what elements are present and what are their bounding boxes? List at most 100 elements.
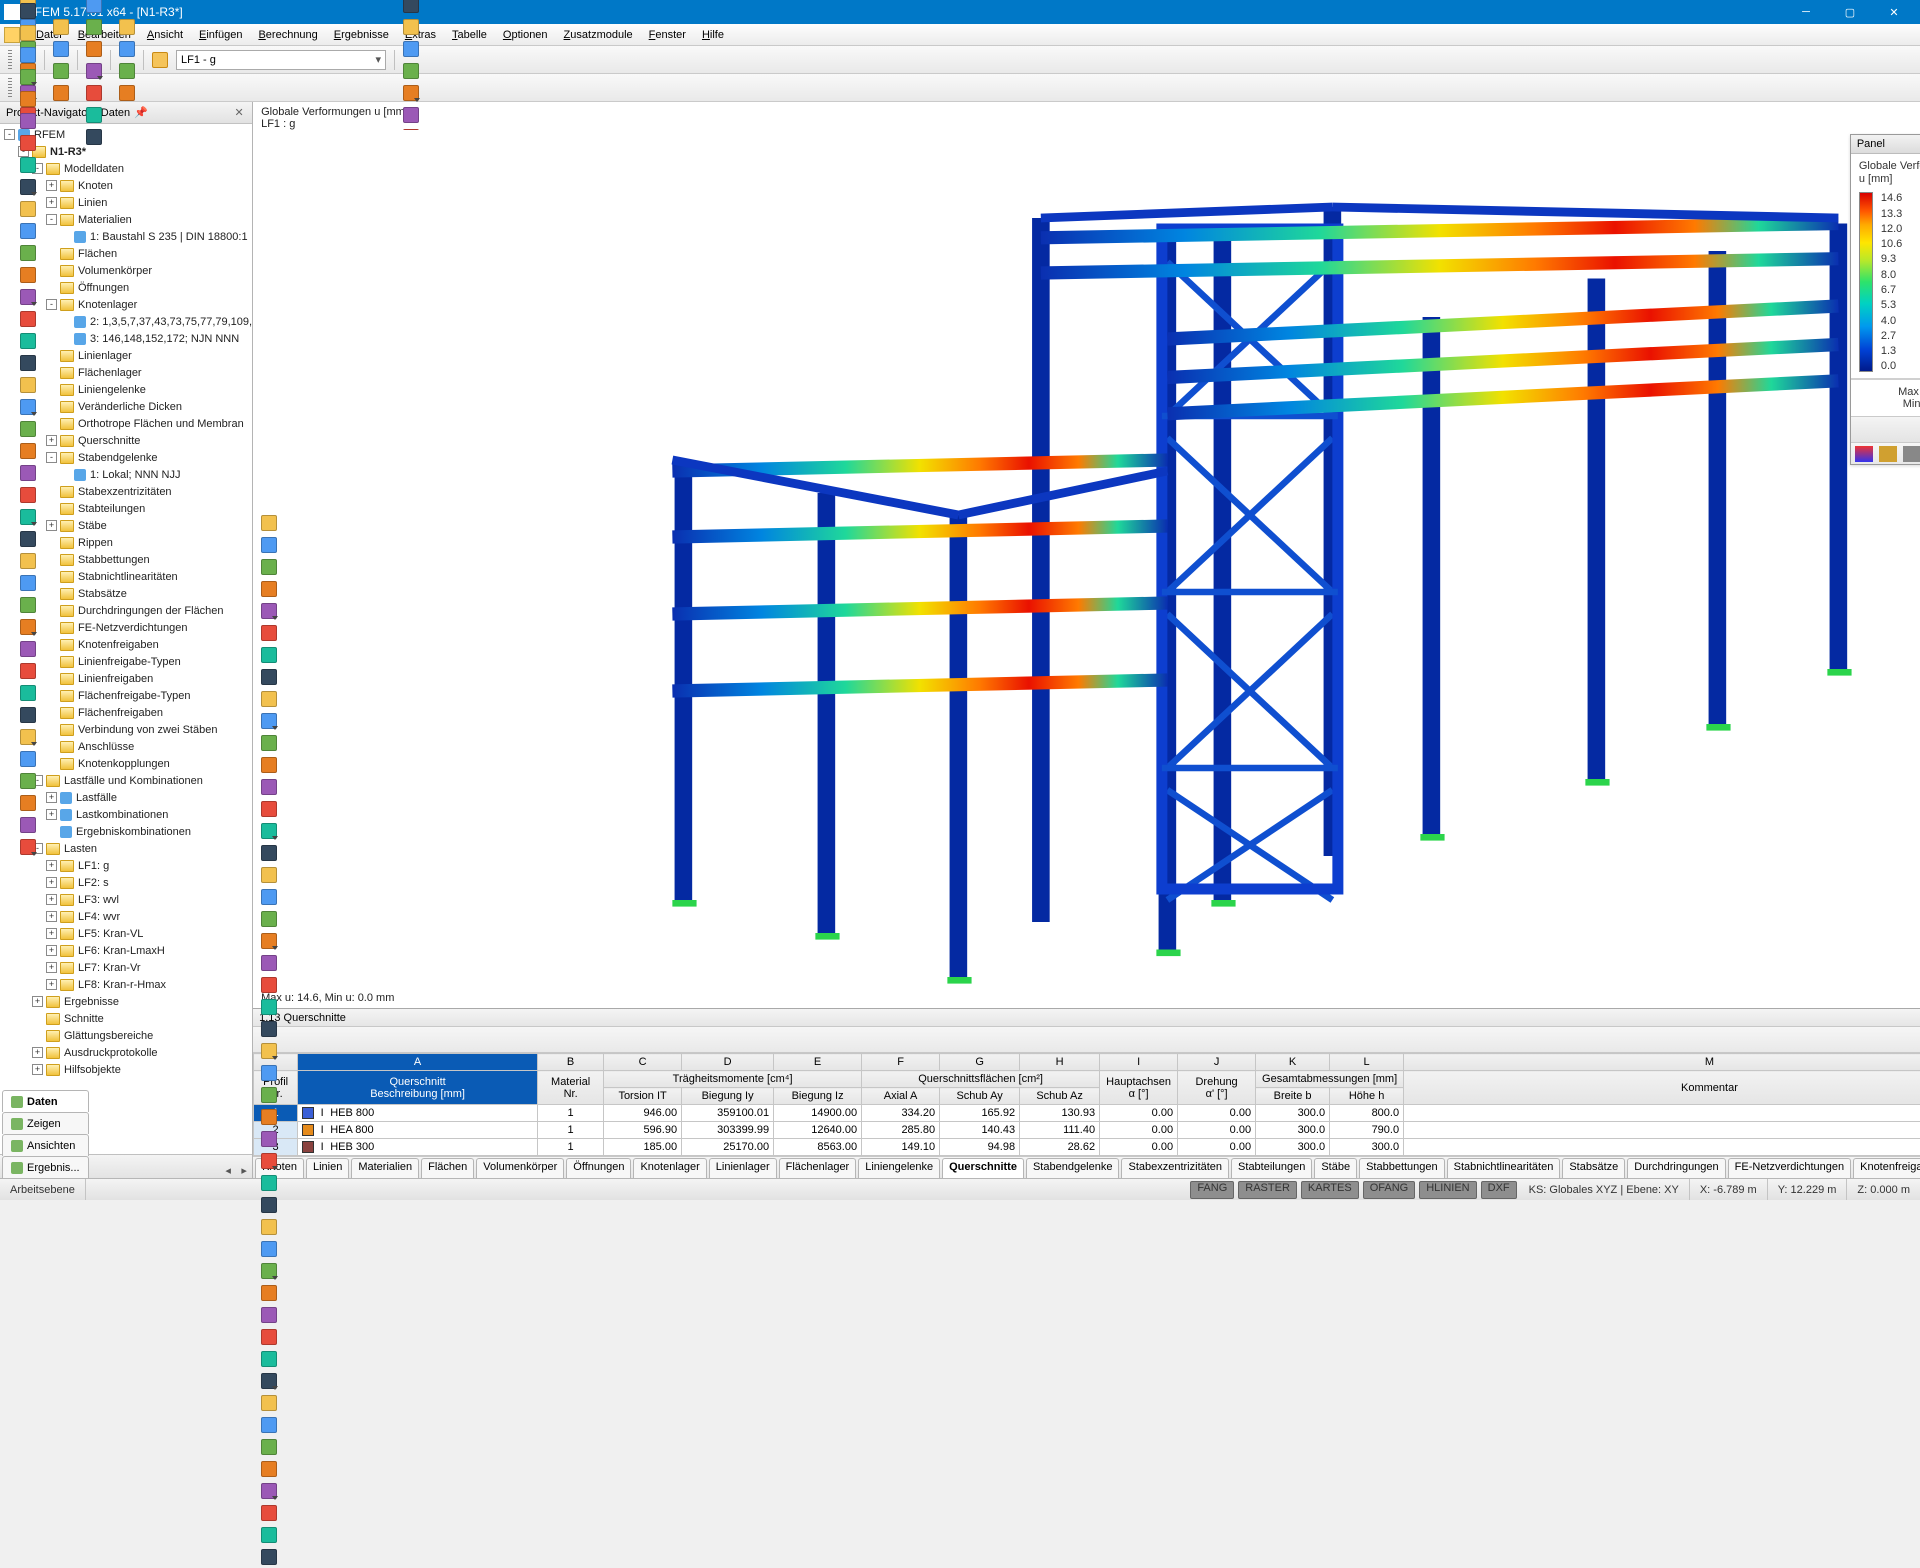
toolbar-button[interactable] [17,66,39,88]
toolbar-button[interactable] [258,864,280,886]
table-row[interactable]: 1 I HEB 8001946.00359100.0114900.00334.2… [254,1105,1920,1122]
toolbar-button[interactable] [17,682,39,704]
menu-tabelle[interactable]: Tabelle [444,26,495,44]
status-toggle-raster[interactable]: RASTER [1238,1181,1297,1199]
toolbar-button[interactable] [258,886,280,908]
toolbar-button[interactable] [258,1326,280,1348]
expand-icon[interactable]: + [32,1064,43,1075]
tab-scroll-left[interactable]: ◂ [220,1162,236,1178]
toolbar-button[interactable] [258,754,280,776]
toolbar-button[interactable] [258,996,280,1018]
toolbar-grip[interactable] [8,78,12,98]
toolbar-button[interactable] [258,1414,280,1436]
collapse-icon[interactable]: - [46,214,57,225]
toolbar-button[interactable] [258,952,280,974]
table-tab[interactable]: Stabendgelenke [1026,1158,1120,1178]
expand-icon[interactable]: + [46,945,57,956]
toolbar-button[interactable] [17,352,39,374]
tree-item[interactable]: +LF7: Kran-Vr [0,959,252,976]
menu-einfügen[interactable]: Einfügen [191,26,250,44]
col-drehung[interactable]: Drehung α' [°] [1178,1071,1256,1105]
table-tab[interactable]: Stabsätze [1562,1158,1625,1178]
toolbar-button[interactable] [17,792,39,814]
toolbar-button[interactable] [258,710,280,732]
column-letter[interactable]: F [862,1054,940,1071]
expand-icon[interactable]: + [46,894,57,905]
toolbar-button[interactable] [258,534,280,556]
loadcase-combo[interactable]: LF1 - g ▾ [176,50,386,70]
panel-tab2[interactable] [1879,446,1897,462]
toolbar-button[interactable] [116,82,138,104]
tree-item[interactable]: +LF2: s [0,874,252,891]
maximize-button[interactable]: ▢ [1828,0,1872,24]
close-button[interactable]: ✕ [1872,0,1916,24]
toolbar-button[interactable] [258,1172,280,1194]
column-letter[interactable]: H [1020,1054,1100,1071]
toolbar-button[interactable] [258,1150,280,1172]
expand-icon[interactable]: + [46,435,57,446]
toolbar-button[interactable] [258,1480,280,1502]
toolbar-button[interactable] [17,418,39,440]
toolbar-button[interactable] [17,110,39,132]
toolbar-button[interactable] [258,1436,280,1458]
toolbar-button[interactable] [83,60,105,82]
toolbar-button[interactable] [258,1018,280,1040]
toolbar-button[interactable] [17,462,39,484]
toolbar-button[interactable] [17,176,39,198]
menu-optionen[interactable]: Optionen [495,26,556,44]
toolbar-button[interactable] [17,132,39,154]
table-row[interactable]: 2 I HEA 8001596.90303399.9912640.00285.8… [254,1122,1920,1139]
toolbar-button[interactable] [258,644,280,666]
toolbar-button[interactable] [116,16,138,38]
table-tab[interactable]: Stabteilungen [1231,1158,1312,1178]
table-tab[interactable]: Öffnungen [566,1158,631,1178]
toolbar-button[interactable] [258,578,280,600]
expand-icon[interactable]: + [46,911,57,922]
table-tab[interactable]: Stabexzentrizitäten [1121,1158,1229,1178]
toolbar-button[interactable] [17,770,39,792]
table-tab[interactable]: Linienlager [709,1158,777,1178]
toolbar-button[interactable] [400,60,422,82]
collapse-icon[interactable]: - [46,299,57,310]
tree-item[interactable]: +LF8: Kran-r-Hmax [0,976,252,993]
column-letter[interactable]: E [774,1054,862,1071]
expand-icon[interactable]: + [32,996,43,1007]
panel-tab3[interactable] [1903,446,1920,462]
tree-item[interactable]: +LF1: g [0,857,252,874]
toolbar-button[interactable] [17,550,39,572]
column-letter[interactable]: J [1178,1054,1256,1071]
toolbar-button[interactable] [258,1106,280,1128]
toolbar-button[interactable] [50,38,72,60]
column-letter[interactable]: L [1330,1054,1404,1071]
toolbar-button[interactable] [258,930,280,952]
toolbar-button[interactable] [17,44,39,66]
menu-zusatzmodule[interactable]: Zusatzmodule [556,26,641,44]
table-tab[interactable]: Stäbe [1314,1158,1357,1178]
col-gesamt[interactable]: Gesamtabmessungen [mm] [1256,1071,1404,1088]
column-letter[interactable]: B [538,1054,604,1071]
table-tab[interactable]: Stabbettungen [1359,1158,1445,1178]
status-toggle-dxf[interactable]: DXF [1481,1181,1517,1199]
toolbar-button[interactable] [83,82,105,104]
navigator-tab[interactable]: Daten [2,1090,89,1112]
toolbar-button[interactable] [17,506,39,528]
toolbar-button[interactable] [258,1062,280,1084]
expand-icon[interactable]: + [46,520,57,531]
toolbar-button[interactable] [400,16,422,38]
toolbar-button[interactable] [17,308,39,330]
tree-item[interactable]: +Ausdruckprotokolle [0,1044,252,1061]
toolbar-button[interactable] [17,594,39,616]
column-letter[interactable]: G [940,1054,1020,1071]
toolbar-button[interactable] [17,88,39,110]
column-letter[interactable]: D [682,1054,774,1071]
toolbar-button[interactable] [17,154,39,176]
toolbar-button[interactable] [258,556,280,578]
toolbar-button[interactable] [83,0,105,16]
tree-item[interactable]: +LF6: Kran-LmaxH [0,942,252,959]
column-letter[interactable]: M [1404,1054,1920,1071]
tree-item[interactable]: +LF3: wvl [0,891,252,908]
menu-fenster[interactable]: Fenster [641,26,694,44]
toolbar-button[interactable] [83,16,105,38]
table-tab[interactable]: Flächenlager [779,1158,857,1178]
toolbar-button[interactable] [258,1238,280,1260]
